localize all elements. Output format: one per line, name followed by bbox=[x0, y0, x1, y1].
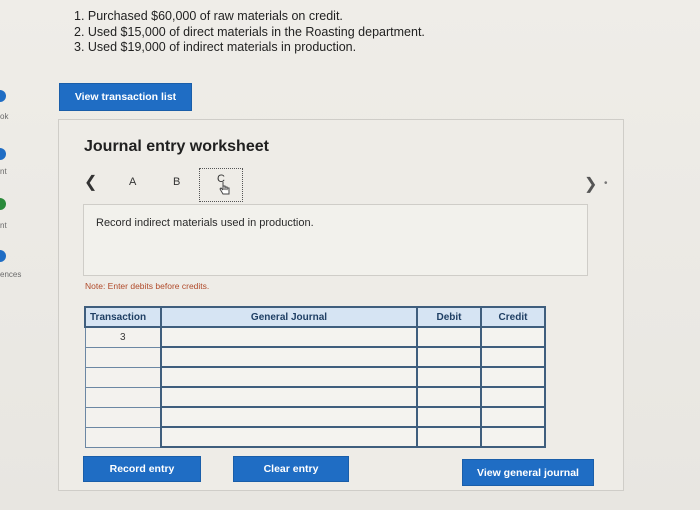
table-row bbox=[84, 366, 546, 388]
sidebar-item-label[interactable]: nt bbox=[0, 167, 7, 176]
account-cell[interactable] bbox=[160, 426, 418, 448]
tab-b[interactable]: B bbox=[173, 176, 180, 188]
table-row bbox=[84, 406, 546, 428]
debit-cell[interactable] bbox=[416, 386, 482, 408]
account-cell[interactable] bbox=[160, 366, 418, 388]
transaction-cell bbox=[84, 386, 162, 408]
transaction-number: 3 bbox=[84, 326, 162, 348]
debit-cell[interactable] bbox=[416, 406, 482, 428]
credit-cell[interactable] bbox=[480, 326, 546, 348]
debit-cell[interactable] bbox=[416, 426, 482, 448]
table-row bbox=[84, 346, 546, 368]
nav-dot-icon: • bbox=[604, 178, 608, 189]
instruction-line: 2. Used $15,000 of direct materials in t… bbox=[74, 24, 425, 39]
transaction-cell bbox=[84, 426, 162, 448]
sidebar-item-label[interactable]: ok bbox=[0, 112, 8, 121]
debit-header: Debit bbox=[416, 306, 482, 328]
table-row bbox=[84, 386, 546, 408]
worksheet-title: Journal entry worksheet bbox=[84, 138, 269, 155]
left-sidebar: ok nt nt ences bbox=[0, 0, 21, 510]
debit-credit-note: Note: Enter debits before credits. bbox=[85, 281, 210, 291]
account-cell[interactable] bbox=[160, 406, 418, 428]
account-cell[interactable] bbox=[160, 326, 418, 348]
debit-cell[interactable] bbox=[416, 346, 482, 368]
sidebar-item-label[interactable]: ences bbox=[0, 270, 21, 279]
journal-table: Transaction General Journal Debit Credit… bbox=[84, 306, 546, 448]
clear-entry-button[interactable]: Clear entry bbox=[233, 456, 349, 482]
general-journal-header: General Journal bbox=[160, 306, 418, 328]
entry-description: Record indirect materials used in produc… bbox=[96, 217, 314, 229]
sidebar-marker bbox=[0, 198, 6, 210]
tab-a[interactable]: A bbox=[129, 176, 136, 188]
record-entry-button[interactable]: Record entry bbox=[83, 456, 201, 482]
entry-description-box: Record indirect materials used in produc… bbox=[83, 204, 588, 276]
page: ok nt nt ences 1. Purchased $60,000 of r… bbox=[0, 0, 700, 510]
account-cell[interactable] bbox=[160, 386, 418, 408]
hand-cursor-icon bbox=[219, 182, 230, 195]
instruction-line: 1. Purchased $60,000 of raw materials on… bbox=[74, 9, 343, 23]
tab-c[interactable]: C bbox=[199, 168, 243, 202]
table-row: 3 bbox=[84, 326, 546, 348]
transaction-cell bbox=[84, 406, 162, 428]
credit-header: Credit bbox=[480, 306, 546, 328]
debit-cell[interactable] bbox=[416, 366, 482, 388]
sidebar-marker bbox=[0, 148, 6, 160]
transaction-cell bbox=[84, 346, 162, 368]
view-general-journal-button[interactable]: View general journal bbox=[462, 459, 594, 486]
previous-arrow-icon[interactable]: ❮ bbox=[84, 172, 97, 192]
account-cell[interactable] bbox=[160, 346, 418, 368]
sidebar-marker bbox=[0, 90, 6, 102]
journal-entry-worksheet: Journal entry worksheet ❮ A B C ❯ • Reco… bbox=[58, 119, 624, 491]
next-arrow-icon[interactable]: ❯ bbox=[584, 174, 597, 194]
transaction-header: Transaction bbox=[84, 306, 162, 328]
credit-cell[interactable] bbox=[480, 426, 546, 448]
sidebar-item-label[interactable]: nt bbox=[0, 221, 7, 230]
transaction-cell bbox=[84, 366, 162, 388]
sidebar-marker bbox=[0, 250, 6, 262]
debit-cell[interactable] bbox=[416, 326, 482, 348]
instruction-line: 3. Used $19,000 of indirect materials in… bbox=[74, 40, 357, 54]
credit-cell[interactable] bbox=[480, 366, 546, 388]
table-row bbox=[84, 426, 546, 448]
view-transaction-list-button[interactable]: View transaction list bbox=[59, 83, 192, 111]
credit-cell[interactable] bbox=[480, 346, 546, 368]
transaction-instructions: 1. Purchased $60,000 of raw materials on… bbox=[74, 9, 425, 56]
credit-cell[interactable] bbox=[480, 386, 546, 408]
credit-cell[interactable] bbox=[480, 406, 546, 428]
